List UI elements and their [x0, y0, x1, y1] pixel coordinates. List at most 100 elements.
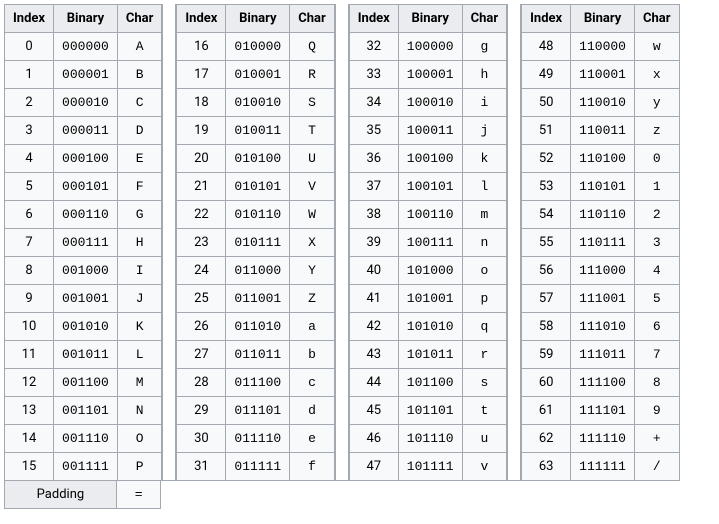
cell-binary: 101001 — [398, 285, 462, 313]
cell-binary: 100000 — [398, 33, 462, 61]
cell-char: X — [290, 229, 335, 257]
cell-binary: 000000 — [54, 33, 118, 61]
cell-index: 18 — [177, 89, 226, 117]
cell-char: p — [462, 285, 507, 313]
cell-index: 21 — [177, 173, 226, 201]
cell-index: 46 — [349, 425, 398, 453]
cell-char: R — [290, 61, 335, 89]
cell-char: x — [634, 61, 679, 89]
cell-index: 62 — [522, 425, 571, 453]
table-row: 5000101F — [5, 173, 162, 201]
cell-index: 48 — [522, 33, 571, 61]
cell-index: 5 — [5, 173, 54, 201]
padding-label: Padding — [4, 481, 117, 509]
cell-binary: 001000 — [54, 257, 118, 285]
cell-char: U — [290, 145, 335, 173]
table-row: 41101001p — [349, 285, 506, 313]
cell-index: 22 — [177, 201, 226, 229]
cell-index: 51 — [522, 117, 571, 145]
cell-char: t — [462, 397, 507, 425]
cell-index: 41 — [349, 285, 398, 313]
cell-index: 8 — [5, 257, 54, 285]
cell-index: 28 — [177, 369, 226, 397]
cell-index: 45 — [349, 397, 398, 425]
header-binary: Binary — [398, 5, 462, 33]
cell-char: v — [462, 453, 507, 481]
header-binary: Binary — [226, 5, 290, 33]
cell-index: 12 — [5, 369, 54, 397]
table-row: 4000100E — [5, 145, 162, 173]
cell-index: 47 — [349, 453, 398, 481]
table-row: 23010111X — [177, 229, 334, 257]
table-row: 531101011 — [522, 173, 679, 201]
cell-index: 34 — [349, 89, 398, 117]
cell-binary: 110111 — [571, 229, 635, 257]
cell-char: l — [462, 173, 507, 201]
header-index: Index — [177, 5, 226, 33]
cell-binary: 001101 — [54, 397, 118, 425]
cell-index: 44 — [349, 369, 398, 397]
table-row: 611111019 — [522, 397, 679, 425]
cell-binary: 000100 — [54, 145, 118, 173]
cell-char: + — [634, 425, 679, 453]
padding-char: = — [117, 481, 162, 509]
cell-binary: 000001 — [54, 61, 118, 89]
cell-char: u — [462, 425, 507, 453]
cell-index: 6 — [5, 201, 54, 229]
cell-binary: 111111 — [571, 453, 635, 481]
cell-binary: 000011 — [54, 117, 118, 145]
cell-char: a — [290, 313, 335, 341]
cell-char: i — [462, 89, 507, 117]
cell-binary: 110101 — [571, 173, 635, 201]
table-row: 601111008 — [522, 369, 679, 397]
cell-binary: 011111 — [226, 453, 290, 481]
cell-binary: 110001 — [571, 61, 635, 89]
cell-binary: 111010 — [571, 313, 635, 341]
base64-table-container: IndexBinaryChar0000000A1000001B2000010C3… — [4, 4, 715, 509]
cell-binary: 000110 — [54, 201, 118, 229]
cell-char: P — [117, 453, 162, 481]
cell-index: 1 — [5, 61, 54, 89]
cell-binary: 110110 — [571, 201, 635, 229]
cell-binary: 101111 — [398, 453, 462, 481]
cell-char: S — [290, 89, 335, 117]
table-row: 15001111P — [5, 453, 162, 481]
cell-index: 31 — [177, 453, 226, 481]
table-row: 6000110G — [5, 201, 162, 229]
table-row: 50110010y — [522, 89, 679, 117]
cell-char: k — [462, 145, 507, 173]
table-row: 17010001R — [177, 61, 334, 89]
cell-index: 60 — [522, 369, 571, 397]
cell-binary: 100100 — [398, 145, 462, 173]
table-row: 14001110O — [5, 425, 162, 453]
cell-binary: 100001 — [398, 61, 462, 89]
table-row: 10001010K — [5, 313, 162, 341]
header-char: Char — [117, 5, 162, 33]
cell-char: 2 — [634, 201, 679, 229]
cell-index: 38 — [349, 201, 398, 229]
cell-char: o — [462, 257, 507, 285]
cell-binary: 011001 — [226, 285, 290, 313]
cell-index: 43 — [349, 341, 398, 369]
cell-char: w — [634, 33, 679, 61]
cell-index: 50 — [522, 89, 571, 117]
table-row: 27011011b — [177, 341, 334, 369]
cell-binary: 111000 — [571, 257, 635, 285]
cell-char: 5 — [634, 285, 679, 313]
table-row: 2000010C — [5, 89, 162, 117]
cell-char: b — [290, 341, 335, 369]
table-row: 40101000o — [349, 257, 506, 285]
cell-char: 6 — [634, 313, 679, 341]
cell-binary: 110010 — [571, 89, 635, 117]
cell-char: c — [290, 369, 335, 397]
table-row: 551101113 — [522, 229, 679, 257]
cell-index: 4 — [5, 145, 54, 173]
cell-binary: 011010 — [226, 313, 290, 341]
cell-index: 54 — [522, 201, 571, 229]
cell-binary: 011101 — [226, 397, 290, 425]
cell-char: Z — [290, 285, 335, 313]
cell-index: 25 — [177, 285, 226, 313]
table-row: 26011010a — [177, 313, 334, 341]
cell-index: 9 — [5, 285, 54, 313]
cell-binary: 011011 — [226, 341, 290, 369]
